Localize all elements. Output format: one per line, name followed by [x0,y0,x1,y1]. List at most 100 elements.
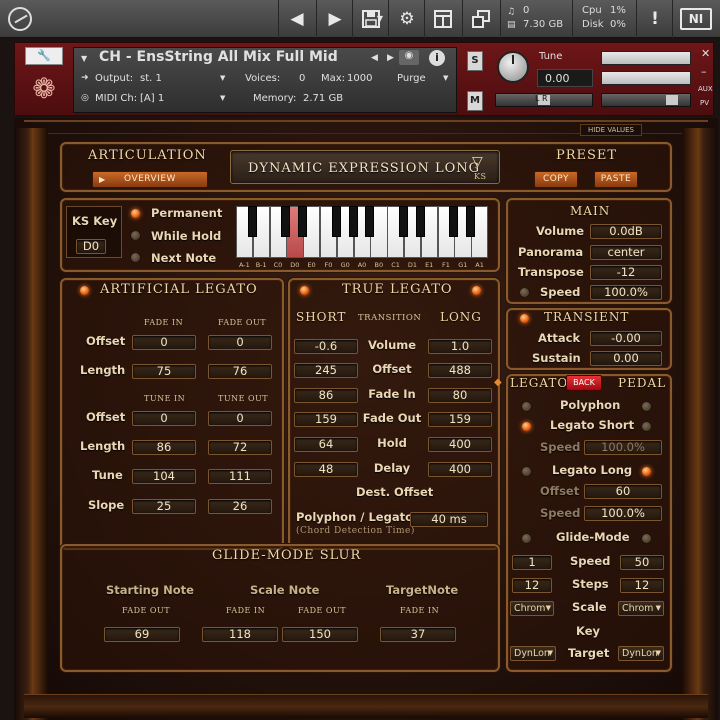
ni-logo[interactable]: NI [680,8,712,30]
back-arrow-icon[interactable]: ◀ [280,4,314,34]
tl-long-value[interactable]: 80 [428,388,492,403]
next-note-label[interactable]: Next Note [151,251,216,265]
al-tune-offset-in[interactable]: 0 [132,411,196,426]
scale-note-value-out[interactable]: 150 [282,627,358,642]
al-slope-out[interactable]: 26 [208,499,272,514]
black-key[interactable] [281,206,291,237]
black-key[interactable] [348,206,358,237]
al-fade-offset-out[interactable]: 0 [208,335,272,350]
al-tune-in[interactable]: 104 [132,469,196,484]
scale-note-value-in[interactable]: 118 [202,627,278,642]
rack-view-icon[interactable] [426,4,460,34]
while-hold-led[interactable] [131,231,140,240]
pv-label[interactable]: PV [700,99,709,107]
tl-long-value[interactable]: 400 [428,462,492,477]
midi-channel-value[interactable]: [A] 1 [140,93,164,104]
close-icon[interactable]: ✕ [701,47,710,60]
polyphon-led-right[interactable] [642,402,651,411]
overview-button[interactable]: ▶ OVERVIEW [92,171,208,188]
al-tune-length-out[interactable]: 72 [208,440,272,455]
purge-button[interactable]: Purge [397,73,426,84]
tl-long-value[interactable]: 400 [428,437,492,452]
black-key[interactable] [298,206,308,237]
tl-short-value[interactable]: 48 [294,462,358,477]
tl-short-value[interactable]: 159 [294,412,358,427]
instrument-collapse-icon[interactable]: ▼ [81,54,87,63]
tl-short-value[interactable]: 86 [294,388,358,403]
solo-button[interactable]: S [467,51,483,71]
short-speed-value[interactable]: 100.0% [584,440,662,455]
al-fade-offset-in[interactable]: 0 [132,335,196,350]
ks-key-value[interactable]: D0 [76,239,106,254]
black-key[interactable] [466,206,476,237]
tl-short-value[interactable]: 245 [294,363,358,378]
keyswitch-keyboard[interactable]: A-1 B-1 C0 D0 E0 F0 G0 A0 B0 C1 D1 E1 F1 G1 A1 [236,206,498,270]
info-icon[interactable]: i [429,50,445,66]
al-fade-length-out[interactable]: 76 [208,364,272,379]
next-instrument-icon[interactable]: ▶ [387,53,394,63]
black-key[interactable] [449,206,459,237]
glide-target-right-dropdown[interactable]: DynLon ▼ [618,646,664,661]
copy-button[interactable]: COPY [534,171,578,188]
articulation-dropdown-icon[interactable]: ▽ [472,154,483,170]
glide-target-left-dropdown[interactable]: DynLon ▼ [510,646,556,661]
kontakt-logo-icon[interactable] [8,7,32,31]
tune-knob[interactable] [497,51,529,83]
max-value[interactable]: 1000 [347,73,372,84]
tl-short-value[interactable]: 64 [294,437,358,452]
panorama-value[interactable]: center [590,245,662,260]
forward-arrow-icon[interactable]: ▶ [318,4,352,34]
gear-icon[interactable]: ⚙ [390,4,424,34]
al-tune-length-in[interactable]: 86 [132,440,196,455]
al-tune-offset-out[interactable]: 0 [208,411,272,426]
black-key[interactable] [331,206,341,237]
prev-instrument-icon[interactable]: ◀ [371,53,378,63]
back-button[interactable]: BACK [566,375,602,391]
glide-steps-left[interactable]: 12 [512,578,552,593]
legato-short-led-right[interactable] [642,422,651,431]
speed-led[interactable] [520,288,529,297]
hide-values-button[interactable]: HIDE VALUES [580,124,642,136]
black-key[interactable] [399,206,408,237]
polyphon-led-left[interactable] [522,402,531,411]
permanent-led[interactable] [131,209,140,218]
black-key[interactable] [415,206,425,237]
output-dropdown-icon[interactable]: ▼ [220,74,225,82]
speed-value[interactable]: 100.0% [590,285,662,300]
wrench-icon[interactable]: 🔧 [25,47,63,65]
tl-long-value[interactable]: 1.0 [428,339,492,354]
next-note-led[interactable] [131,253,140,262]
while-hold-label[interactable]: While Hold [151,229,221,243]
purge-dropdown-icon[interactable]: ▼ [443,74,448,82]
instrument-name[interactable]: CH - EnsString All Mix Full Mid [99,49,338,65]
target-note-value[interactable]: 37 [380,627,456,642]
al-fade-length-in[interactable]: 75 [132,364,196,379]
glide-steps-right[interactable]: 12 [620,578,664,593]
tl-long-value[interactable]: 159 [428,412,492,427]
legato-short-led-left[interactable] [522,422,531,431]
aux-label[interactable]: AUX [698,85,713,93]
chevron-down-icon[interactable]: ▼ [374,4,386,34]
paste-button[interactable]: PASTE [594,171,638,188]
legato-long-led-right[interactable] [642,467,651,476]
artificial-legato-led[interactable] [80,286,89,295]
black-key[interactable] [247,206,257,237]
glide-mode-led-left[interactable] [522,534,531,543]
volume-value[interactable]: 0.0dB [590,224,662,239]
tl-long-value[interactable]: 488 [428,363,492,378]
starting-note-value[interactable]: 69 [104,627,180,642]
long-offset-value[interactable]: 60 [584,484,662,499]
glide-scale-left-dropdown[interactable]: Chrom ▼ [510,601,554,616]
tl-short-value[interactable]: -0.6 [294,339,358,354]
camera-icon[interactable]: ◉ [399,50,419,65]
permanent-label[interactable]: Permanent [151,206,222,220]
al-slope-in[interactable]: 25 [132,499,196,514]
output-value[interactable]: st. 1 [140,73,162,84]
warning-icon[interactable]: ! [638,4,672,34]
black-key[interactable] [365,206,375,237]
true-legato-led-right[interactable] [472,286,481,295]
minimize-view-icon[interactable] [464,4,498,34]
transpose-value[interactable]: -12 [590,265,662,280]
glide-speed-left[interactable]: 1 [512,555,552,570]
midi-dropdown-icon[interactable]: ▼ [220,94,225,102]
